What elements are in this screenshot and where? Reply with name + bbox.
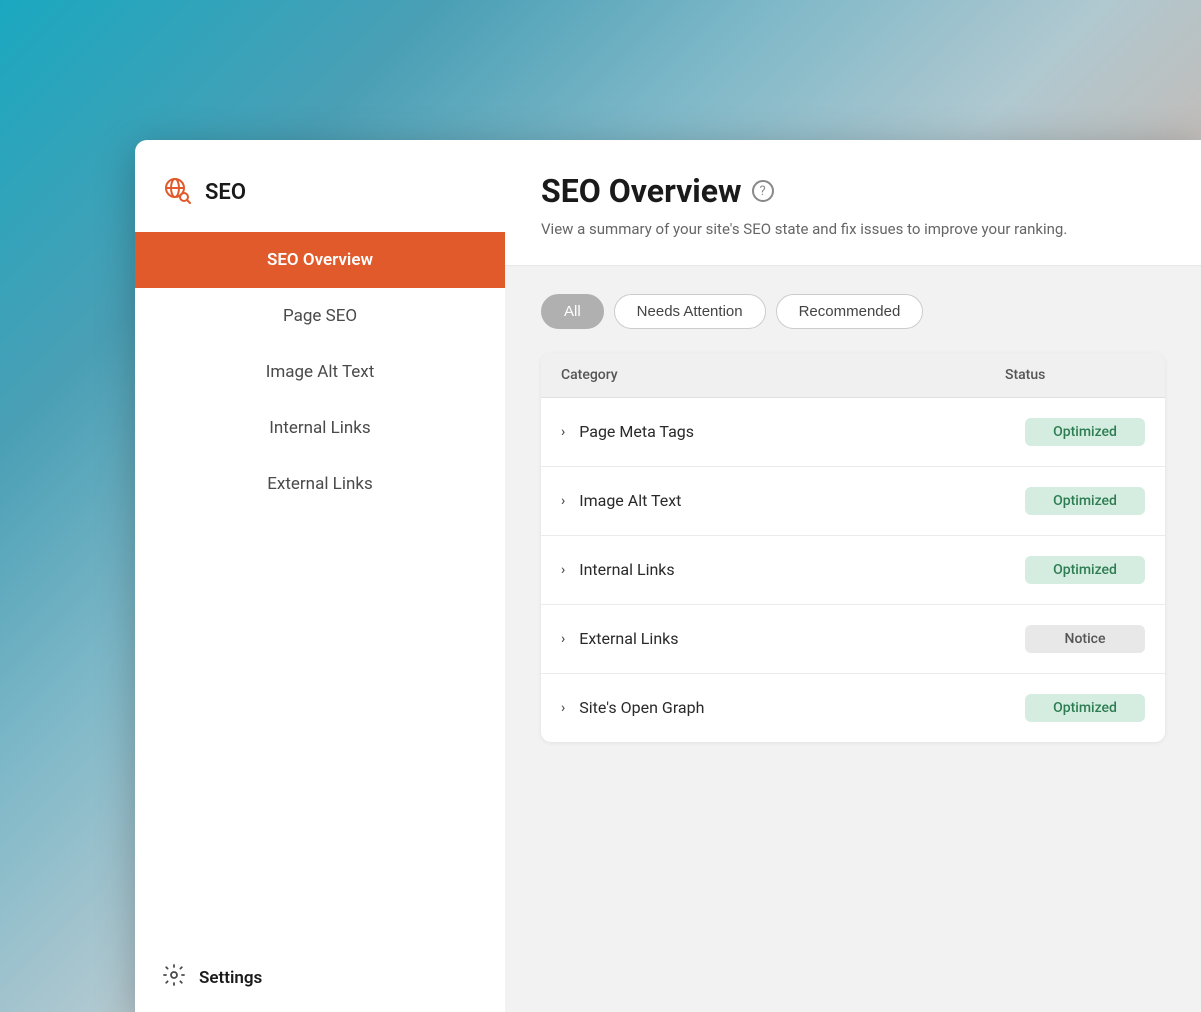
chevron-right-icon: › bbox=[561, 424, 565, 440]
sidebar-title: SEO bbox=[205, 180, 246, 205]
row-label: Image Alt Text bbox=[579, 491, 1025, 510]
page-subtitle: View a summary of your site's SEO state … bbox=[541, 218, 1165, 241]
sidebar: SEO SEO Overview Page SEO Image Alt Text… bbox=[135, 140, 505, 1012]
row-label: Internal Links bbox=[579, 560, 1025, 579]
sidebar-settings[interactable]: Settings bbox=[135, 944, 505, 1012]
table-row[interactable]: › Internal Links Optimized bbox=[541, 536, 1165, 605]
help-icon[interactable]: ? bbox=[752, 180, 774, 202]
table-row[interactable]: › Image Alt Text Optimized bbox=[541, 467, 1165, 536]
seo-table: Category Status › Page Meta Tags Optimiz… bbox=[541, 353, 1165, 742]
chevron-right-icon: › bbox=[561, 493, 565, 509]
globe-search-icon bbox=[163, 176, 191, 208]
row-label: Page Meta Tags bbox=[579, 422, 1025, 441]
status-badge: Optimized bbox=[1025, 694, 1145, 722]
table-row[interactable]: › External Links Notice bbox=[541, 605, 1165, 674]
title-row: SEO Overview ? bbox=[541, 172, 1165, 210]
main-content: SEO Overview ? View a summary of your si… bbox=[505, 140, 1201, 1012]
status-badge: Notice bbox=[1025, 625, 1145, 653]
table-row[interactable]: › Page Meta Tags Optimized bbox=[541, 398, 1165, 467]
column-status: Status bbox=[1005, 367, 1145, 383]
status-badge: Optimized bbox=[1025, 556, 1145, 584]
sidebar-item-external-links[interactable]: External Links bbox=[135, 456, 505, 512]
page-title: SEO Overview bbox=[541, 172, 742, 210]
settings-label: Settings bbox=[199, 968, 262, 988]
status-badge: Optimized bbox=[1025, 418, 1145, 446]
column-category: Category bbox=[561, 367, 1005, 383]
app-window: SEO SEO Overview Page SEO Image Alt Text… bbox=[135, 140, 1201, 1012]
table-row[interactable]: › Site's Open Graph Optimized bbox=[541, 674, 1165, 742]
table-header: Category Status bbox=[541, 353, 1165, 398]
chevron-right-icon: › bbox=[561, 631, 565, 647]
filter-recommended[interactable]: Recommended bbox=[776, 294, 924, 329]
filter-needs-attention[interactable]: Needs Attention bbox=[614, 294, 766, 329]
filter-tabs: All Needs Attention Recommended bbox=[541, 294, 1165, 329]
sidebar-header: SEO bbox=[135, 160, 505, 232]
sidebar-nav: SEO Overview Page SEO Image Alt Text Int… bbox=[135, 232, 505, 512]
sidebar-item-image-alt-text[interactable]: Image Alt Text bbox=[135, 344, 505, 400]
sidebar-item-internal-links[interactable]: Internal Links bbox=[135, 400, 505, 456]
main-body: All Needs Attention Recommended Category… bbox=[505, 266, 1201, 1012]
sidebar-item-page-seo[interactable]: Page SEO bbox=[135, 288, 505, 344]
chevron-right-icon: › bbox=[561, 700, 565, 716]
main-header: SEO Overview ? View a summary of your si… bbox=[505, 140, 1201, 266]
chevron-right-icon: › bbox=[561, 562, 565, 578]
row-label: Site's Open Graph bbox=[579, 698, 1025, 717]
row-label: External Links bbox=[579, 629, 1025, 648]
status-badge: Optimized bbox=[1025, 487, 1145, 515]
filter-all[interactable]: All bbox=[541, 294, 604, 329]
sidebar-item-seo-overview[interactable]: SEO Overview bbox=[135, 232, 505, 288]
settings-icon bbox=[163, 964, 185, 992]
